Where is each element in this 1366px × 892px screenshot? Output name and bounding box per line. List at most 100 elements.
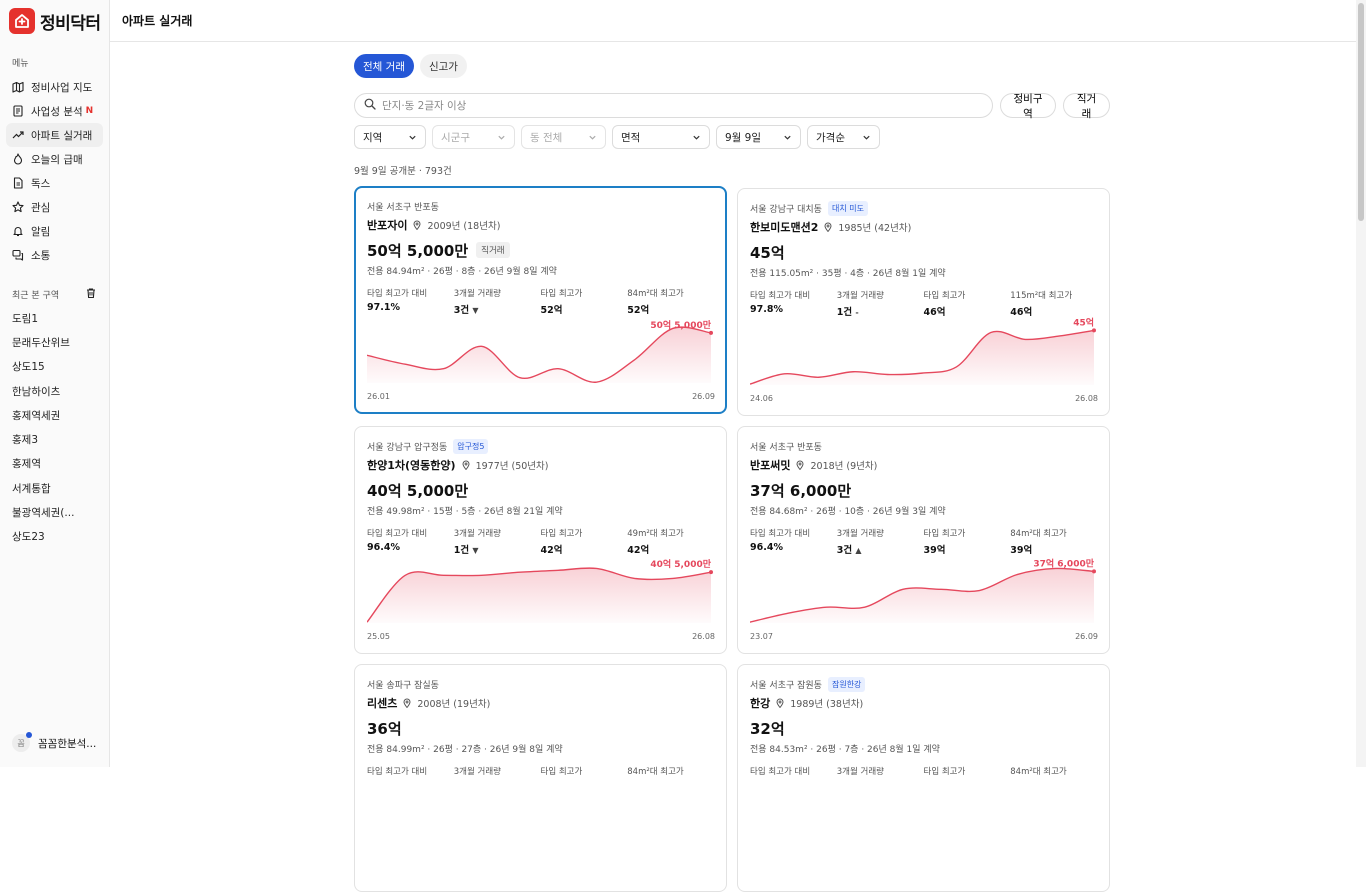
location-pin-icon[interactable] (795, 460, 805, 470)
location-pin-icon[interactable] (823, 222, 833, 232)
menu-label: 메뉴 (12, 59, 29, 69)
logo-text: 정비닥터 (40, 13, 101, 34)
recent-zone-item[interactable]: 홍제역 (0, 452, 109, 476)
price-row: 50억 5,000만 직거래 (367, 240, 714, 260)
filter-row: 지역 시군구 동 전체 면적 9월 9일 가격순 (354, 125, 1110, 149)
deal-detail: 전용 84.99m² · 26평 · 27층 · 26년 9월 8일 계약 (367, 745, 563, 755)
location-pin-icon[interactable] (402, 698, 412, 708)
profile[interactable]: 꼼 꼼꼼한분석... (8, 729, 103, 757)
location-row: 서울 서초구 반포동 (367, 199, 714, 213)
recent-zone-item[interactable]: 불광역세권(... (0, 500, 109, 524)
scrollbar-thumb[interactable] (1358, 3, 1364, 221)
chart-start-label: 23.07 (750, 632, 773, 641)
deal-card[interactable]: 서울 강남구 압구정동 압구정5 한양1차(영동한양) 1977년 (50년차) 40억… (354, 426, 727, 654)
area-filter[interactable]: 면적 (612, 125, 710, 149)
chart-last-label: 45억 (1073, 316, 1094, 328)
date-filter[interactable]: 9월 9일 (716, 125, 801, 149)
sidebar-item-map[interactable]: 정비사업 지도 (6, 75, 103, 99)
deal-detail: 전용 115.05m² · 35평 · 4층 · 26년 8월 1일 계약 (750, 269, 946, 279)
scrollbar[interactable] (1356, 0, 1366, 767)
price-chart: 50억 5,000만 26.01 26.09 (366, 319, 715, 401)
sidebar-item-label: 아파트 실거래 (31, 129, 93, 142)
recent-zone-item[interactable]: 서계통합 (0, 476, 109, 500)
stat-label: 84m²대 최고가 (1010, 529, 1067, 539)
recent-zone-item[interactable]: 상도23 (0, 525, 109, 549)
sidebar-item-file[interactable]: 독스 (6, 171, 103, 195)
recent-zone-item[interactable]: 한남하이츠 (0, 379, 109, 403)
location-row: 서울 강남구 대치동 대치 미도 (750, 200, 1097, 216)
deal-card[interactable]: 서울 강남구 대치동 대치 미도한보미도맨션2 1985년 (42년차) 45억 전용 … (737, 188, 1110, 416)
search-box[interactable] (354, 93, 993, 118)
sidebar-item-star[interactable]: 관심 (6, 195, 103, 219)
sidebar-item-label: 독스 (31, 177, 51, 190)
dong-filter[interactable]: 동 전체 (521, 125, 606, 149)
apartment-name-row: 한보미도맨션2 1985년 (42년차) (750, 219, 1097, 235)
price-chart-container: 50억 5,000만 26.01 26.09 (366, 311, 715, 401)
deal-card[interactable]: 서울 서초구 반포동 반포써밋 2018년 (9년차) 37억 6,000만 전용 84… (737, 426, 1110, 654)
stats-row: 타입 최고가 대비 3개월 거래량 타입 최고가 84m²대 최고가 (750, 765, 1097, 780)
filter-label: 면적 (621, 131, 641, 144)
stat-item: 3개월 거래량 (454, 765, 541, 780)
sidebar-item-document[interactable]: 사업성 분석 N (6, 99, 103, 123)
chart-end-label: 26.08 (692, 632, 715, 641)
recent-zone-item[interactable]: 도림1 (0, 306, 109, 330)
trash-icon[interactable] (85, 287, 97, 302)
bell-icon (12, 225, 24, 237)
search-row: 정비구역 직거래 (354, 93, 1110, 120)
chevron-down-icon (862, 133, 871, 142)
logo[interactable]: 정비닥터 (0, 0, 109, 42)
stat-item: 84m²대 최고가 (1010, 765, 1097, 780)
filter-label: 시군구 (441, 131, 470, 144)
chart-start-label: 25.05 (367, 632, 390, 641)
chart-start-label: 26.01 (367, 392, 390, 401)
location-row: 서울 강남구 압구정동 압구정5 (367, 438, 714, 454)
sidebar-item-fire[interactable]: 오늘의 급매 (6, 147, 103, 171)
tab-new-high[interactable]: 신고가 (419, 54, 467, 78)
avatar-initial: 꼼 (17, 738, 25, 748)
location-pin-icon[interactable] (461, 460, 471, 470)
zone-tag[interactable]: 잠원한강 (827, 676, 866, 692)
location-pin-icon[interactable] (412, 220, 422, 230)
price-chart-container: 40억 5,000만 25.05 26.08 (366, 551, 715, 641)
built-year: 1989년 (38년차) (790, 699, 864, 710)
zone-tag[interactable]: 대치 미도 (827, 200, 868, 216)
location-row: 서울 송파구 잠실동 (367, 677, 714, 691)
location-text: 서울 송파구 잠실동 (367, 680, 439, 691)
recent-zone-item[interactable]: 홍제3 (0, 427, 109, 451)
chevron-down-icon (408, 133, 417, 142)
stat-label: 타입 최고가 대비 (750, 529, 811, 539)
sidebar-item-bell[interactable]: 알림 (6, 219, 103, 243)
zone-tag[interactable]: 압구정5 (453, 438, 489, 454)
stat-label: 3개월 거래량 (836, 291, 884, 301)
direct-deal-button[interactable]: 직거래 (1063, 93, 1110, 120)
sidebar-item-trend[interactable]: 아파트 실거래 (6, 123, 103, 147)
new-badge: N (85, 106, 94, 116)
stat-item: 타입 최고가 (541, 765, 628, 780)
search-input[interactable] (382, 99, 942, 112)
deal-card[interactable]: 서울 서초구 잠원동 잠원한강 한강 1989년 (38년차) 32억 전용 84.53m… (737, 664, 1110, 892)
district-filter[interactable]: 시군구 (432, 125, 515, 149)
stat-label: 115m²대 최고가 (1010, 291, 1073, 301)
filter-label: 동 전체 (530, 131, 563, 144)
chart-last-label: 40억 5,000만 (650, 558, 711, 570)
filter-label: 9월 9일 (725, 131, 762, 144)
deal-card[interactable]: 서울 서초구 반포동 반포자이 2009년 (18년차) 50억 5,000만 직거래 전… (354, 186, 727, 414)
recent-zone-item[interactable]: 문래두산위브 (0, 330, 109, 354)
tab-all-deals[interactable]: 전체 거래 (354, 54, 414, 78)
region-filter[interactable]: 지역 (354, 125, 426, 149)
recent-zone-item[interactable]: 상도15 (0, 355, 109, 379)
star-icon (12, 201, 24, 213)
price-row: 37억 6,000만 (750, 480, 1097, 500)
deal-card[interactable]: 서울 송파구 잠실동 리센츠 2008년 (19년차) 36억 전용 84.99m² ·… (354, 664, 727, 892)
stat-item: 타입 최고가 대비 (367, 765, 454, 780)
trend-icon (12, 129, 24, 141)
recent-zone-item[interactable]: 홍제역세권 (0, 403, 109, 427)
sort-filter[interactable]: 가격순 (807, 125, 880, 149)
zone-filter-button[interactable]: 정비구역 (1000, 93, 1056, 120)
deal-price: 37억 6,000만 (750, 481, 852, 500)
chevron-down-icon (692, 133, 701, 142)
sidebar-item-label: 알림 (31, 225, 51, 238)
sidebar-item-chat[interactable]: 소통 (6, 243, 103, 267)
location-pin-icon[interactable] (775, 698, 785, 708)
stat-label: 타입 최고가 대비 (367, 289, 428, 299)
